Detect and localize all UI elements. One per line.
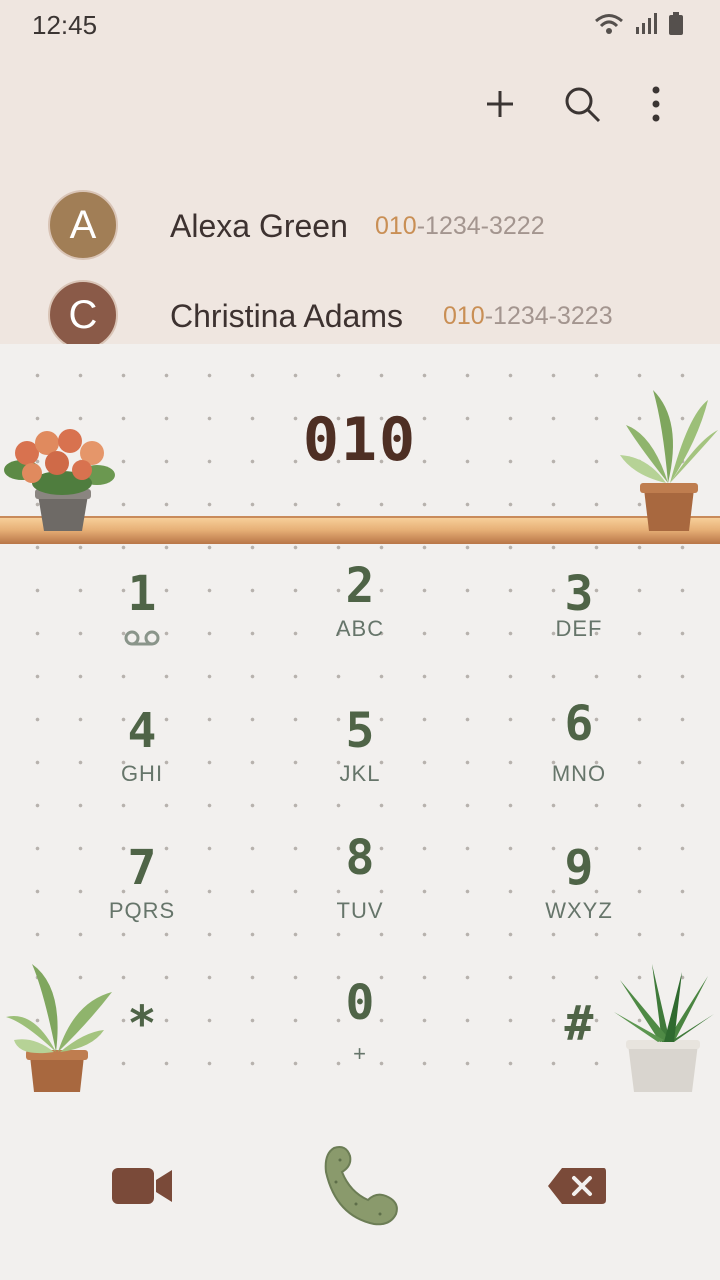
contact-name: Alexa Green	[170, 208, 348, 244]
video-call-icon[interactable]	[110, 1164, 174, 1208]
key-letters: MNO	[551, 761, 607, 786]
key-6[interactable]: 6 MNO	[499, 696, 659, 787]
key-8[interactable]: 8 TUV	[280, 830, 440, 924]
contact-number-rest: -1234-3222	[416, 212, 545, 240]
avatar: C	[48, 280, 118, 344]
key-5[interactable]: 5 JKL	[280, 703, 440, 787]
avatar-initial: C	[68, 292, 98, 337]
battery-icon	[669, 12, 683, 35]
key-digit: 9	[564, 840, 594, 896]
potted-plant-icon	[6, 964, 112, 1092]
more-options-button[interactable]	[634, 82, 678, 126]
key-1[interactable]: 1	[62, 566, 222, 653]
contact-item[interactable]: A Alexa Green 010-1234-3222	[0, 186, 720, 266]
status-bar: 12:45	[0, 0, 720, 50]
call-button[interactable]	[320, 1142, 404, 1228]
avatar-initial: A	[69, 202, 97, 247]
key-2[interactable]: 2 ABC	[280, 558, 440, 642]
key-letters: TUV	[336, 898, 384, 923]
key-digit: 0	[345, 975, 375, 1031]
key-digit: 5	[345, 703, 375, 759]
backspace-icon[interactable]	[546, 1166, 608, 1206]
contact-item[interactable]: C Christina Adams 010-1234-3223	[0, 276, 720, 344]
potted-plant-icon	[620, 390, 718, 531]
key-digit: 1	[127, 566, 157, 622]
contact-name: Christina Adams	[170, 298, 403, 334]
signal-icon	[636, 13, 657, 34]
key-digit: 7	[127, 840, 157, 896]
contact-number: 010-1234-3222	[375, 212, 545, 241]
avatar: A	[48, 190, 118, 260]
contact-suggestions-panel: 12:45 A Alexa Green 010-1234-3222 C Chri…	[0, 0, 720, 344]
key-digit: 4	[127, 703, 157, 759]
key-0[interactable]: 0 +	[280, 975, 440, 1067]
key-3[interactable]: 3 DEF	[499, 566, 659, 642]
contact-number: 010-1234-3223	[443, 302, 613, 331]
flower-pot-icon	[4, 429, 115, 531]
search-button[interactable]	[560, 82, 604, 126]
status-icons	[594, 12, 684, 36]
add-contact-button[interactable]	[478, 82, 522, 126]
voicemail-icon	[124, 630, 160, 646]
add-icon	[487, 91, 513, 117]
key-digit: 2	[345, 558, 375, 614]
key-digit: 6	[564, 696, 594, 752]
key-digit: 8	[345, 830, 375, 886]
more-options-icon	[652, 86, 660, 122]
wifi-icon	[595, 14, 623, 34]
key-letters: +	[353, 1041, 367, 1066]
key-letters: JKL	[339, 761, 381, 786]
key-9[interactable]: 9 WXYZ	[499, 840, 659, 924]
contact-number-match: 010	[375, 212, 417, 240]
key-letters: PQRS	[108, 898, 176, 923]
potted-plant-icon	[614, 964, 714, 1092]
key-letters: GHI	[120, 761, 164, 786]
key-letters: ABC	[335, 616, 385, 641]
key-digit: 3	[564, 566, 594, 622]
key-7[interactable]: 7 PQRS	[62, 840, 222, 924]
contact-number-match: 010	[443, 302, 485, 330]
key-4[interactable]: 4 GHI	[62, 703, 222, 787]
contact-number-rest: -1234-3223	[484, 302, 613, 330]
key-letters: WXYZ	[545, 898, 613, 923]
key-letters: DEF	[555, 616, 603, 641]
status-time: 12:45	[32, 10, 98, 40]
search-icon	[565, 87, 601, 123]
